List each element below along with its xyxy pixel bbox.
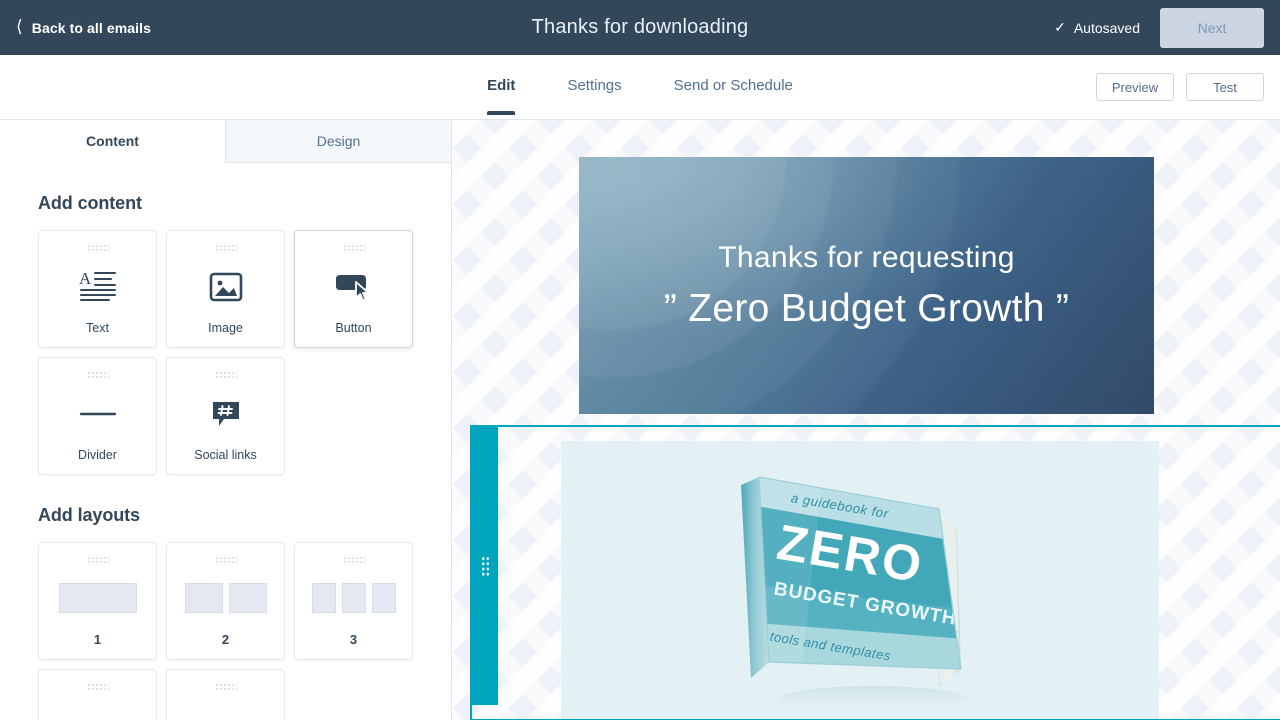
chevron-left-icon: ⟨ <box>16 17 23 36</box>
email-hero-banner[interactable]: Thanks for requesting ” Zero Budget Grow… <box>579 157 1154 414</box>
layout-column <box>58 583 137 613</box>
email-canvas[interactable]: Thanks for requesting ” Zero Budget Grow… <box>453 120 1280 720</box>
drag-grip-icon[interactable] <box>214 244 237 252</box>
layout-card-1-column[interactable]: 1 <box>38 542 157 660</box>
tab-edit[interactable]: Edit <box>461 77 541 115</box>
autosave-label: Autosaved <box>1073 19 1140 36</box>
sidebar-tab-design[interactable]: Design <box>225 120 451 163</box>
content-card-label: Divider <box>78 448 117 462</box>
tab-settings[interactable]: Settings <box>541 77 647 115</box>
content-card-label: Social links <box>194 448 257 462</box>
svg-text:A: A <box>79 269 92 288</box>
preview-button[interactable]: Preview <box>1096 73 1174 101</box>
tab-send-or-schedule[interactable]: Send or Schedule <box>648 77 819 115</box>
drag-handle-dots <box>480 555 490 577</box>
layout-preview-2 <box>167 564 284 632</box>
drag-grip-icon[interactable] <box>86 244 109 252</box>
add-content-heading: Add content <box>38 193 142 213</box>
layout-card-label: 3 <box>349 632 358 647</box>
divider-icon <box>39 379 156 448</box>
text-icon: A <box>39 252 156 321</box>
sidebar-tab-content[interactable]: Content <box>0 120 225 163</box>
layout-card-partial[interactable] <box>38 669 157 720</box>
layout-card-label: 2 <box>221 632 230 647</box>
layout-card-2-column[interactable]: 2 <box>166 542 285 660</box>
content-card-social-links[interactable]: Social links <box>166 357 285 475</box>
image-icon <box>167 252 284 321</box>
back-link-label: Back to all emails <box>31 19 152 36</box>
image-module[interactable]: a guidebook for ZERO BUDGET GROWTH tools… <box>561 441 1159 719</box>
selected-module-group[interactable]: a guidebook for ZERO BUDGET GROWTH tools… <box>470 425 1280 720</box>
layout-card-3-column[interactable]: 3 <box>294 542 413 660</box>
add-layouts-heading: Add layouts <box>38 505 140 525</box>
editor-tabs: Edit Settings Send or Schedule <box>0 55 1280 120</box>
layout-card-label: 1 <box>93 632 102 647</box>
drag-grip-icon[interactable] <box>342 556 365 564</box>
content-card-label: Button <box>335 321 372 335</box>
drag-grip-icon[interactable] <box>86 556 109 564</box>
content-card-image[interactable]: Image <box>166 230 285 348</box>
sidebar-body: Add content A Text Image Button Divider … <box>0 193 451 720</box>
next-button[interactable]: Next <box>1160 7 1264 48</box>
test-button[interactable]: Test <box>1186 73 1264 101</box>
layout-column <box>228 583 267 613</box>
sidebar-tabs: Content Design <box>0 120 451 163</box>
content-card-text[interactable]: A Text <box>38 230 157 348</box>
layout-column <box>371 583 396 613</box>
app-header: ⟨ Back to all emails Thanks for download… <box>0 0 1280 55</box>
drag-grip-icon[interactable] <box>214 371 237 379</box>
drag-grip-icon[interactable] <box>342 244 365 252</box>
content-card-label: Image <box>208 321 243 335</box>
autosave-status: ✓ Autosaved <box>1054 19 1140 36</box>
content-card-label: Text <box>86 321 109 335</box>
layout-preview-3 <box>295 564 412 632</box>
social-links-icon <box>167 379 284 448</box>
drag-grip-icon[interactable] <box>214 556 237 564</box>
content-card-divider[interactable]: Divider <box>38 357 157 475</box>
layout-preview-1 <box>39 564 156 632</box>
back-to-all-emails-link[interactable]: ⟨ Back to all emails <box>16 17 152 36</box>
editor-tabbar: Edit Settings Send or Schedule Preview T… <box>0 55 1280 120</box>
layout-card-partial[interactable] <box>166 669 285 720</box>
hero-line-2: ” Zero Budget Growth ” <box>663 286 1070 330</box>
add-layouts-grid: 1 2 3 <box>38 542 413 720</box>
layout-column <box>184 583 223 613</box>
drag-grip-icon[interactable] <box>86 371 109 379</box>
header-actions: ✓ Autosaved Next <box>1054 0 1264 55</box>
book-cover-image: a guidebook for ZERO BUDGET GROWTH tools… <box>725 457 1015 719</box>
drag-handle-icon[interactable] <box>472 427 498 705</box>
content-card-button[interactable]: Button <box>294 230 413 348</box>
drag-grip-icon[interactable] <box>86 683 109 691</box>
button-icon <box>295 252 412 321</box>
hero-line-1: Thanks for requesting <box>718 240 1015 274</box>
layout-column <box>341 583 366 613</box>
content-sidebar: Content Design Add content A Text Image … <box>0 120 452 720</box>
layout-column <box>311 583 336 613</box>
drag-grip-icon[interactable] <box>214 683 237 691</box>
add-content-grid: A Text Image Button Divider Social links <box>38 230 413 475</box>
tabbar-actions: Preview Test <box>1096 55 1264 119</box>
check-icon: ✓ <box>1054 19 1066 35</box>
hero-wave-decoration <box>579 157 1154 414</box>
